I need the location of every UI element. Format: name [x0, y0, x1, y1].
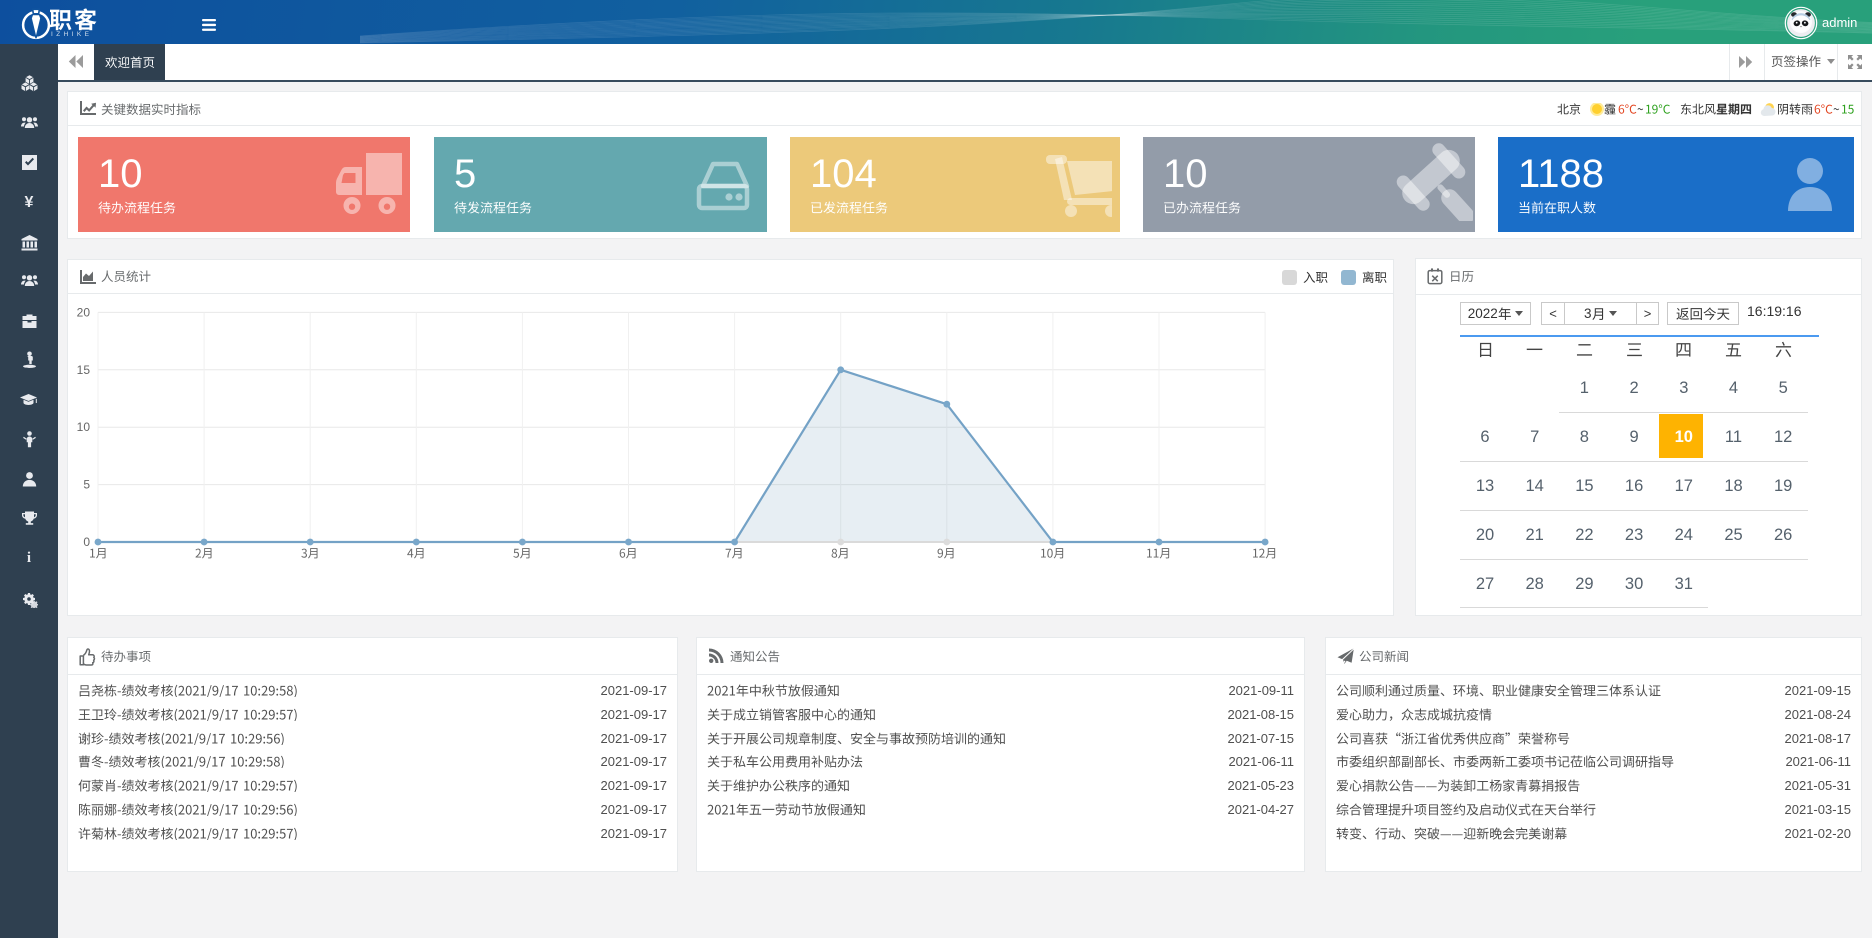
svg-text:5: 5	[83, 478, 90, 492]
svg-text:15: 15	[77, 363, 91, 377]
svg-text:20: 20	[77, 305, 91, 319]
svg-text:10: 10	[77, 420, 91, 434]
